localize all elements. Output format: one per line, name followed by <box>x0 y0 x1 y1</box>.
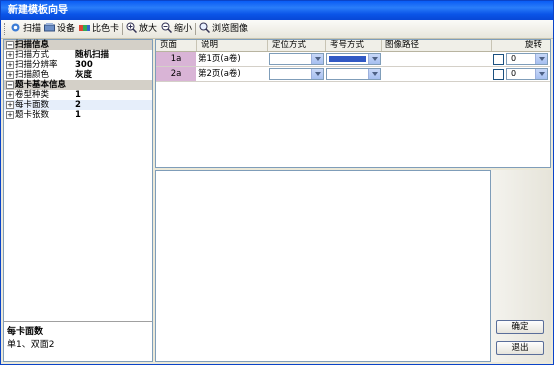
rotate-select[interactable]: 0 <box>506 68 548 80</box>
column-divider <box>491 40 492 51</box>
zoom-in-icon <box>126 22 138 34</box>
toolbar-grip <box>4 23 7 35</box>
column-header-page[interactable]: 页面 <box>160 40 177 51</box>
column-divider <box>267 40 268 51</box>
device-button[interactable]: 设备 <box>44 22 75 36</box>
chevron-down-icon[interactable] <box>535 54 547 64</box>
desc-cell[interactable]: 第1页(a卷) <box>198 52 241 66</box>
property-scan-mode[interactable]: + 扫描方式 随机扫描 <box>4 50 152 60</box>
exam-id-mode-select[interactable] <box>326 68 381 80</box>
zoom-out-button[interactable]: 缩小 <box>161 22 192 36</box>
expand-icon[interactable]: + <box>6 91 14 99</box>
expand-icon[interactable]: + <box>6 71 14 79</box>
exam-id-mode-select[interactable] <box>326 53 381 65</box>
column-header-rotate[interactable]: 旋转 <box>525 40 542 51</box>
wizard-window: 新建模板向导 扫描 设备 比色卡 放大 缩小 浏览图像 − 扫描信息 + 扫描方… <box>0 0 554 365</box>
table-header: 页面 说明 定位方式 考号方式 图像路径 旋转 <box>156 40 550 52</box>
page-table: 页面 说明 定位方式 考号方式 图像路径 旋转 1a 第1页(a卷) 0 2a … <box>155 39 551 168</box>
page-cell[interactable]: 2a <box>156 67 196 81</box>
table-row[interactable]: 2a 第2页(a卷) 0 <box>156 67 550 82</box>
browse-image-button[interactable]: 浏览图像 <box>199 22 248 36</box>
property-card-count[interactable]: + 题卡张数 1 <box>4 110 152 120</box>
page-cell[interactable]: 1a <box>156 52 196 66</box>
toolbar-separator <box>195 23 196 35</box>
rotate-select[interactable]: 0 <box>506 53 548 65</box>
table-row[interactable]: 1a 第1页(a卷) 0 <box>156 52 550 67</box>
locate-mode-select[interactable] <box>269 53 324 65</box>
action-panel: 确定 退出 <box>491 170 551 362</box>
zoom-out-icon <box>161 22 173 34</box>
chevron-down-icon[interactable] <box>368 54 380 64</box>
column-divider <box>196 40 197 51</box>
property-resolution[interactable]: + 扫描分辨率 300 <box>4 60 152 70</box>
toolbar-separator <box>122 23 123 35</box>
collapse-icon[interactable]: − <box>6 41 14 49</box>
property-description: 每卡面数 单1、双面2 <box>4 321 152 361</box>
category-card-info[interactable]: − 题卡基本信息 <box>4 80 152 90</box>
property-scan-color[interactable]: + 扫描颜色 灰度 <box>4 70 152 80</box>
chevron-down-icon[interactable] <box>535 69 547 79</box>
expand-icon[interactable]: + <box>6 101 14 109</box>
collapse-icon[interactable]: − <box>6 81 14 89</box>
property-grid: − 扫描信息 + 扫描方式 随机扫描 + 扫描分辨率 300 + 扫描颜色 灰度… <box>3 39 153 362</box>
column-divider <box>325 40 326 51</box>
description-text: 单1、双面2 <box>7 340 55 350</box>
selection-highlight <box>329 56 366 62</box>
column-header-desc[interactable]: 说明 <box>201 40 218 51</box>
color-card-button[interactable]: 比色卡 <box>79 22 119 36</box>
chevron-down-icon[interactable] <box>368 69 380 79</box>
column-header-image-path[interactable]: 图像路径 <box>385 40 419 51</box>
chevron-down-icon[interactable] <box>311 69 323 79</box>
expand-icon[interactable]: + <box>6 61 14 69</box>
rotate-checkbox[interactable] <box>493 69 504 80</box>
rotate-checkbox[interactable] <box>493 54 504 65</box>
description-title: 每卡面数 <box>7 327 44 337</box>
title-bar: 新建模板向导 <box>1 1 553 20</box>
zoom-in-button[interactable]: 放大 <box>126 22 157 36</box>
image-preview-area[interactable] <box>155 170 491 362</box>
column-header-exam-id[interactable]: 考号方式 <box>330 40 364 51</box>
ok-button[interactable]: 确定 <box>496 320 544 334</box>
exit-button[interactable]: 退出 <box>496 341 544 355</box>
property-volume-type[interactable]: + 卷型种类 1 <box>4 90 152 100</box>
scan-icon <box>10 22 21 33</box>
column-divider <box>381 40 382 51</box>
desc-cell[interactable]: 第2页(a卷) <box>198 67 241 81</box>
column-header-locate[interactable]: 定位方式 <box>272 40 306 51</box>
chevron-down-icon[interactable] <box>311 54 323 64</box>
color-card-icon <box>79 22 90 33</box>
device-icon <box>44 22 55 33</box>
expand-icon[interactable]: + <box>6 51 14 59</box>
category-scan-info[interactable]: − 扫描信息 <box>4 40 152 50</box>
magnifier-icon <box>199 22 211 34</box>
scan-button[interactable]: 扫描 <box>10 22 41 36</box>
toolbar: 扫描 设备 比色卡 放大 缩小 浏览图像 <box>1 20 553 39</box>
expand-icon[interactable]: + <box>6 111 14 119</box>
locate-mode-select[interactable] <box>269 68 324 80</box>
property-sides-per-card[interactable]: + 每卡面数 2 <box>4 100 152 110</box>
